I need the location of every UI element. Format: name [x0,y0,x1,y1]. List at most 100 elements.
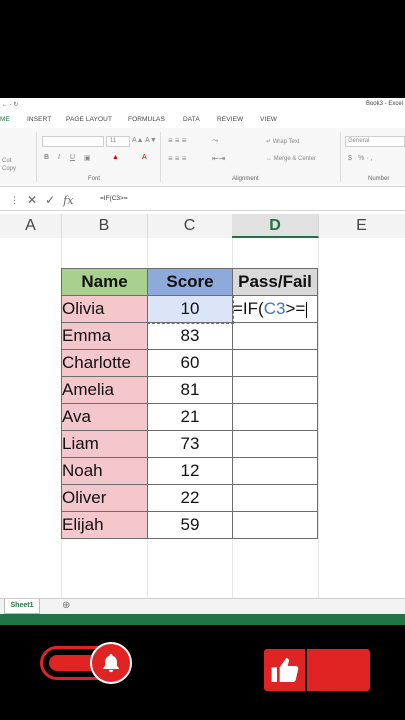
tab-page-layout[interactable]: PAGE LAYOUT [66,116,112,123]
underline-icon[interactable]: U [70,154,75,161]
number-format-buttons[interactable]: $ · % · , [348,155,373,162]
formula-input[interactable]: =IF(C3>= [100,195,128,202]
column-header-c[interactable]: C [147,214,233,238]
formula-bar-icons: ⋮ ✕ ✓ fx [0,190,73,210]
pass-fail-cell[interactable] [232,457,318,485]
font-color-icon[interactable]: A [142,154,147,161]
font-grow-icon[interactable]: A▲ A▼ [132,137,157,144]
header-cell-pass-fail[interactable]: Pass/Fail [232,268,318,296]
bell-glyph [103,653,119,673]
copy-button[interactable]: Copy [2,166,16,172]
pass-fail-cell[interactable] [232,511,318,539]
name-cell[interactable]: Oliver [61,484,148,512]
name-cell[interactable]: Charlotte [61,349,148,377]
ribbon-tabs: ME INSERT PAGE LAYOUT FORMULAS DATA REVI… [0,112,405,128]
bell-icon[interactable] [90,642,132,684]
column-header-d[interactable]: D [232,214,319,238]
table-header-row: Name Score Pass/Fail [61,268,318,296]
wrap-text-label: Wrap Text [272,139,300,145]
thumbs-up-icon[interactable] [269,654,301,686]
tab-home[interactable]: ME [0,116,10,123]
pass-fail-cell[interactable] [232,484,318,512]
quick-access-toolbar[interactable]: ← · ↻ [2,101,18,108]
pass-fail-cell[interactable] [232,430,318,458]
table-row: Liam 73 [61,430,318,458]
wrap-text-button[interactable]: ↵ Wrap Text [266,138,300,145]
pass-fail-cell[interactable] [232,349,318,377]
score-cell[interactable]: 12 [147,457,233,485]
name-cell[interactable]: Ava [61,403,148,431]
worksheet-grid[interactable]: Name Score Pass/Fail Olivia 10 =IF(C3>= … [0,238,405,598]
indent-icon[interactable]: ⇤⇥ [212,154,225,163]
document-title: Book3 - Excel [365,101,403,107]
table-row: Amelia 81 [61,376,318,404]
sheet-tab[interactable]: Sheet1 [4,599,40,614]
column-header-e[interactable]: E [318,214,405,238]
align-top-icon[interactable]: ≡ ≡ ≡ [168,136,186,145]
alignment-group-label: Alignment [232,176,259,182]
formula-suffix: >= [285,299,306,318]
bold-icon[interactable]: B [44,154,49,161]
editing-cell[interactable]: =IF(C3>= [232,295,318,323]
ribbon: Cut Copy 11 A▲ A▼ B I U ▣ ▲ A Font ≡ ≡ ≡… [0,128,405,187]
name-cell[interactable]: Olivia [61,295,148,323]
ribbon-separator [36,132,37,182]
column-header-a[interactable]: A [0,214,62,238]
font-group-label: Font [88,176,101,182]
score-cell[interactable]: 73 [147,430,233,458]
number-format-box[interactable]: General [345,136,405,147]
status-bar [0,614,405,625]
insert-function-icon[interactable]: fx [63,194,73,207]
pass-fail-cell[interactable] [232,376,318,404]
grid-line [318,238,319,598]
ribbon-separator [160,132,161,182]
pass-fail-cell[interactable] [232,403,318,431]
add-sheet-icon[interactable]: ⊕ [62,600,70,611]
score-cell[interactable]: 81 [147,376,233,404]
cut-button[interactable]: Cut [2,158,11,164]
tab-data[interactable]: DATA [183,116,200,123]
more-icon[interactable]: ⋮ [10,195,19,206]
title-bar: ← · ↻ Book3 - Excel [0,98,405,112]
score-cell[interactable]: 83 [147,322,233,350]
cancel-icon[interactable]: ✕ [27,193,37,207]
table-row: Oliver 22 [61,484,318,512]
score-cell[interactable]: 21 [147,403,233,431]
score-cell[interactable]: 22 [147,484,233,512]
italic-icon[interactable]: I [58,154,60,161]
formula-reference: C3 [263,299,286,318]
tab-formulas[interactable]: FORMULAS [128,116,165,123]
tab-view[interactable]: VIEW [260,116,277,123]
top-black-bar [0,0,405,98]
score-cell[interactable]: 59 [147,511,233,539]
orientation-icon[interactable]: ⤳ [212,136,218,146]
like-divider [305,649,307,691]
number-format-value: General [348,138,370,144]
formula-bar: ⋮ ✕ ✓ fx =IF(C3>= [0,190,405,211]
font-name-box[interactable] [42,136,104,147]
column-header-b[interactable]: B [61,214,148,238]
pass-fail-cell[interactable] [232,322,318,350]
fill-color-icon[interactable]: ▲ [112,154,119,161]
tab-insert[interactable]: INSERT [27,116,51,123]
merge-center-label: Merge & Center [273,156,317,162]
tab-review[interactable]: REVIEW [217,116,243,123]
header-cell-name[interactable]: Name [61,268,148,296]
table-row: Noah 12 [61,457,318,485]
name-cell[interactable]: Emma [61,322,148,350]
text-cursor [306,301,308,318]
font-size-box[interactable]: 11 [106,136,130,147]
name-cell[interactable]: Noah [61,457,148,485]
score-cell[interactable]: 10 [146,294,234,324]
align-left-icon[interactable]: ≡ ≡ ≡ [168,154,186,163]
merge-center-button[interactable]: ↔ Merge & Center [266,156,316,162]
name-cell[interactable]: Liam [61,430,148,458]
data-table: Name Score Pass/Fail Olivia 10 =IF(C3>= … [61,268,318,539]
column-headers: A B C D E [0,214,405,239]
name-cell[interactable]: Elijah [61,511,148,539]
enter-icon[interactable]: ✓ [45,193,55,207]
score-cell[interactable]: 60 [147,349,233,377]
borders-icon[interactable]: ▣ [84,154,91,162]
name-cell[interactable]: Amelia [61,376,148,404]
header-cell-score[interactable]: Score [147,268,233,296]
